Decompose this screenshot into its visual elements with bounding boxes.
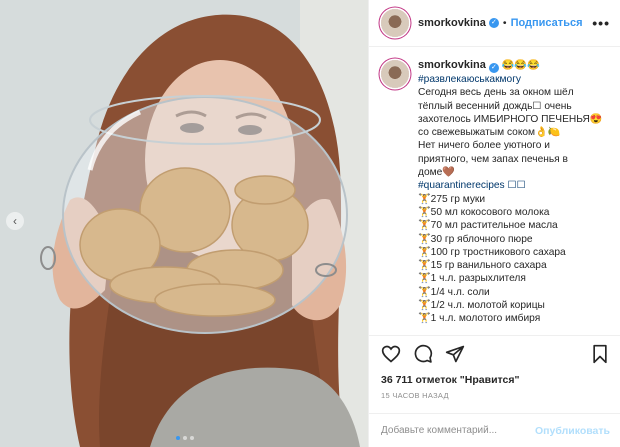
avatar[interactable] [381, 9, 409, 37]
likes-count[interactable]: 36 711 отметок "Нравится" [369, 371, 620, 389]
photo-illustration [0, 0, 368, 447]
carousel-indicator [176, 436, 194, 440]
carousel-dot [190, 436, 194, 440]
ingredient-item: 🏋100 гр тростникового сахара [418, 246, 566, 258]
publish-button[interactable]: Опубликовать [535, 425, 610, 437]
hashtag-link[interactable]: #quarantinerecipes ☐☐ [418, 179, 610, 192]
ingredient-item: 🏋1 ч.л. молотого имбиря [418, 313, 541, 325]
verified-badge-icon: ✓ [488, 18, 499, 28]
post-caption: smorkovkina ✓ 😂😂😂 #развлекаюськакмогу Сег… [369, 47, 620, 335]
caption-line: со свежевыжатым соком👌🍋 [418, 127, 561, 139]
caption-line: приятного, чем запах печенья в [418, 153, 568, 165]
post-header: smorkovkina ✓ • Подписаться ••• [369, 0, 620, 47]
ingredient-item: 🏋50 мл кокосового молока [418, 206, 550, 218]
share-icon[interactable] [445, 344, 465, 364]
caption-text: smorkovkina ✓ 😂😂😂 #развлекаюськакмогу Сег… [418, 59, 610, 335]
carousel-prev-button[interactable]: ‹ [6, 212, 24, 230]
ingredient-item: 🏋30 гр яблочного пюре [418, 233, 533, 245]
ingredient-item: 🏋1 ч.л. разрыхлителя [418, 273, 526, 285]
action-bar [369, 335, 620, 371]
carousel-dot [176, 436, 180, 440]
comment-box: Опубликовать [369, 413, 620, 447]
post-photo[interactable]: ‹ [0, 0, 368, 447]
ingredient-item: 🏋15 гр ванильного сахара [418, 260, 547, 272]
header-separator: • [502, 17, 507, 29]
caption-line: Нет ничего более уютного и [418, 140, 550, 152]
ingredient-item: 🏋275 гр муки [418, 193, 486, 205]
hashtag-link[interactable]: #развлекаюськакмогу [418, 73, 610, 86]
instagram-post: ‹ smorkovkina ✓ • Подписаться ••• smorko… [0, 0, 620, 447]
username-link[interactable]: smorkovkina [418, 17, 486, 29]
caption-line: захотелось ИМБИРНОГО ПЕЧЕНЬЯ😍 [418, 113, 603, 125]
ingredient-item: 🏋1/4 ч.л. соли [418, 286, 490, 298]
caption-username-link[interactable]: smorkovkina [418, 59, 486, 71]
ingredient-item: 🏋1/2 ч.л. молотой корицы [418, 300, 545, 312]
caption-line: Сегодня весь день за окном шёл [418, 87, 574, 99]
caption-avatar[interactable] [381, 60, 409, 88]
post-timestamp[interactable]: 15 ЧАСОВ НАЗАД [369, 389, 620, 407]
comment-input[interactable] [381, 425, 536, 436]
caption-line: тёплый весенний дождь☐ очень [418, 100, 572, 112]
bookmark-icon[interactable] [590, 344, 610, 364]
caption-line: доме🤎 [418, 167, 455, 179]
verified-badge-icon: ✓ [488, 63, 499, 73]
heart-icon[interactable] [381, 344, 401, 364]
ingredient-item: 🏋70 мл растительное масла [418, 220, 558, 232]
follow-button[interactable]: Подписаться [511, 17, 583, 29]
comment-icon[interactable] [413, 344, 433, 364]
post-sidebar: smorkovkina ✓ • Подписаться ••• smorkovk… [368, 0, 620, 447]
caption-emoji: 😂😂😂 [501, 60, 540, 71]
carousel-dot [183, 436, 187, 440]
more-options-icon[interactable]: ••• [592, 15, 610, 31]
